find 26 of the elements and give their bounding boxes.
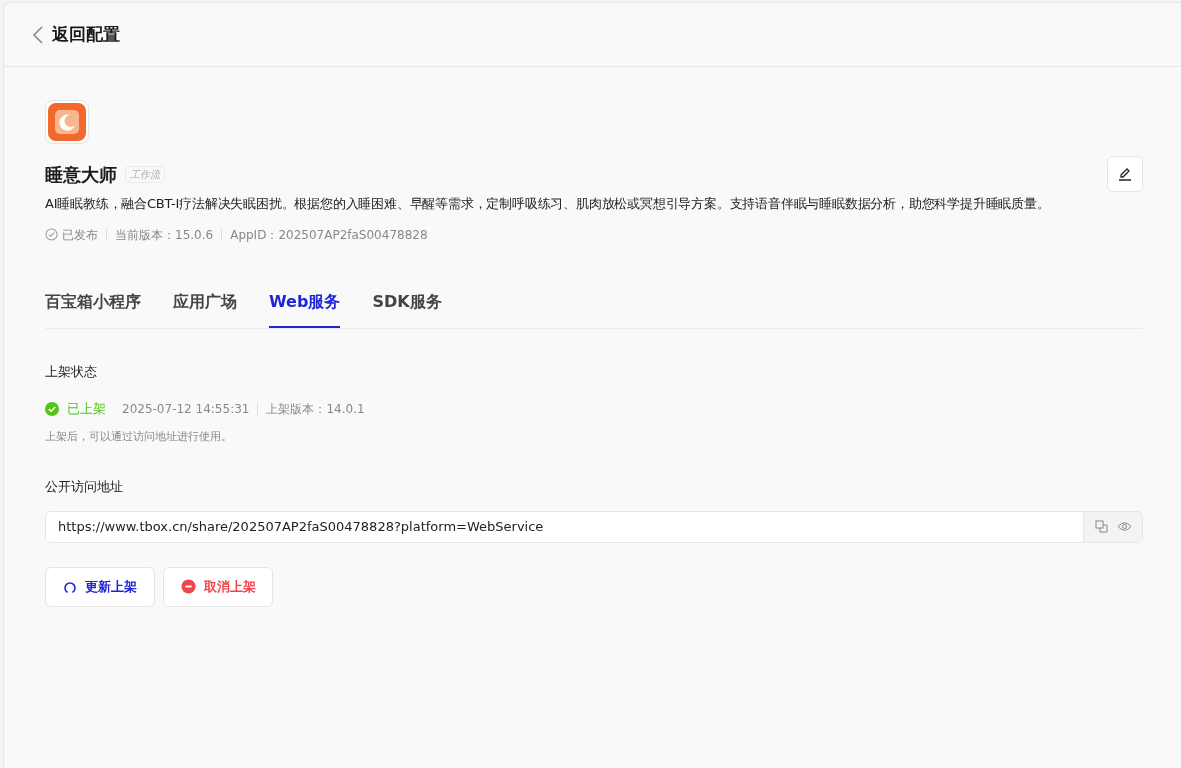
- edit-button[interactable]: [1107, 156, 1143, 192]
- pen-icon: [1118, 167, 1132, 181]
- tab[interactable]: Web服务: [269, 289, 341, 328]
- app-name: 睡意大师: [45, 162, 117, 187]
- current-version: 当前版本：15.0.6: [115, 226, 214, 244]
- listing-status: 已上架: [67, 400, 106, 418]
- publish-status: 已发布: [62, 226, 98, 244]
- minus-circle-icon: [180, 579, 196, 594]
- listing-hint: 上架后，可以通过访问地址进行使用。: [45, 428, 233, 445]
- type-tag: 工作流: [125, 165, 165, 183]
- app-description: AI睡眠教练，融合CBT-I疗法解决失眠困扰。根据您的入睡困难、早醒等需求，定制呼吸练习、肌肉放松或冥想引导方案。支持语音伴眠与睡眠数据分析，助您科学提升睡眠质量。: [45, 195, 1051, 213]
- refresh-icon: [63, 579, 77, 594]
- app-logo: [45, 100, 89, 144]
- tab[interactable]: 百宝箱小程序: [45, 289, 141, 328]
- section-title: 公开访问地址: [45, 478, 124, 496]
- back-icon[interactable]: [32, 25, 44, 44]
- tab[interactable]: 应用广场: [173, 289, 237, 328]
- check-circle-icon: [45, 228, 58, 241]
- unlist-button[interactable]: 取消上架: [163, 566, 273, 607]
- listing-time: 2025-07-12 14:55:31: [122, 400, 250, 418]
- tab[interactable]: SDK服务: [372, 289, 442, 328]
- listing-version: 上架版本：14.0.1: [266, 400, 365, 418]
- app-id: AppID：202507AP2faS00478828: [230, 226, 428, 244]
- page-title: 返回配置: [52, 22, 120, 46]
- section-title: 上架状态: [45, 362, 98, 381]
- update-button[interactable]: 更新上架: [45, 566, 155, 607]
